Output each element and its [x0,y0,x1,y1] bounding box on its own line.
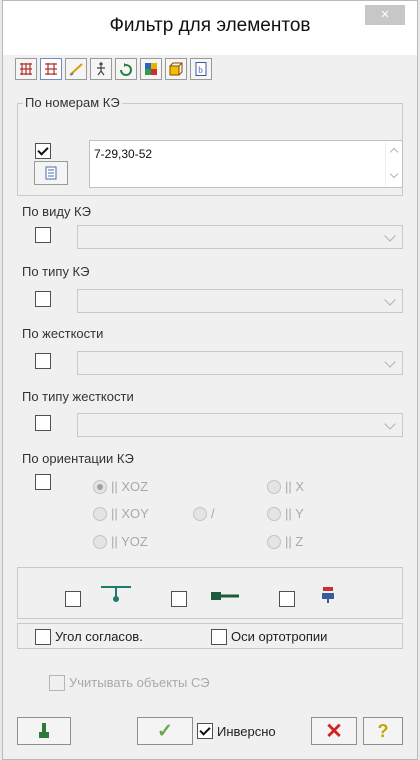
grid-filter-icon[interactable] [40,58,62,80]
svg-text:b: b [198,65,203,75]
by-kind-checkbox[interactable] [35,227,51,243]
by-kind-select[interactable] [77,225,403,249]
apply-button[interactable]: ✓ [137,717,193,745]
figure-icon[interactable] [90,58,112,80]
rigid-insert-filter-checkbox[interactable] [171,591,187,607]
list-icon [45,166,57,180]
by-type-checkbox[interactable] [35,291,51,307]
chevron-down-icon [384,418,396,430]
grid-icon[interactable] [15,58,37,80]
radio-x[interactable]: || X [267,479,304,494]
element-numbers-value: 7-29,30-52 [94,147,153,161]
angle-checkbox[interactable] [35,629,51,645]
close-button[interactable]: × [365,5,405,25]
by-type-label: По типу КЭ [22,264,90,279]
se-objects-checkbox[interactable] [49,675,65,691]
apply-check-icon: ✓ [157,720,173,742]
radio-slash[interactable]: / [193,506,215,521]
group-by-numbers-label: По номерам КЭ [23,95,122,110]
support-filter-checkbox[interactable] [65,591,81,607]
document-b-icon[interactable]: b [190,58,212,80]
inverse-checkbox[interactable] [197,723,213,739]
help-icon: ? [377,720,389,741]
radio-xoz[interactable]: || XOZ [93,479,148,494]
by-orientation-checkbox[interactable] [35,474,51,490]
scroll-down-icon[interactable] [389,169,399,179]
chevron-down-icon [384,230,396,242]
cancel-button[interactable]: ✕ [311,717,357,745]
brush-icon [39,723,49,738]
by-stiffness-type-select[interactable] [77,413,403,437]
by-orientation-label: По ориентации КЭ [22,451,134,466]
filter-toolbar: b [15,58,212,82]
cancel-icon: ✕ [325,719,343,743]
cube-icon[interactable] [165,58,187,80]
radio-yoz[interactable]: || YOZ [93,534,148,549]
support-icon [101,586,131,602]
brush-button[interactable] [17,717,71,745]
by-stiffness-select[interactable] [77,351,403,375]
node-load-filter-checkbox[interactable] [279,591,295,607]
color-blocks-icon[interactable] [140,58,162,80]
by-stiffness-checkbox[interactable] [35,353,51,369]
ortho-label: Оси ортотропии [231,629,328,644]
by-kind-label: По виду КЭ [22,204,91,219]
se-objects-label: Учитывать объекты СЭ [69,675,210,690]
radio-y[interactable]: || Y [267,506,304,521]
help-button[interactable]: ? [363,717,403,745]
element-list-button[interactable] [34,161,68,185]
textarea-scrollbar[interactable] [385,141,402,187]
by-type-select[interactable] [77,289,403,313]
by-numbers-checkbox[interactable] [35,143,51,159]
filter-dialog: Фильтр для элементов × b По номерам КЭ 7… [2,0,418,760]
rigid-insert-icon [211,592,239,600]
inverse-label: Инверсно [217,724,276,739]
element-numbers-textarea[interactable]: 7-29,30-52 [89,140,403,188]
angle-label: Угол согласов. [55,629,143,644]
ortho-checkbox[interactable] [211,629,227,645]
by-stiffness-label: По жесткости [22,326,104,341]
rotate-icon[interactable] [115,58,137,80]
chevron-down-icon [384,294,396,306]
by-stiffness-type-checkbox[interactable] [35,415,51,431]
chevron-down-icon [384,356,396,368]
scroll-up-icon[interactable] [389,147,399,157]
by-stiffness-type-label: По типу жесткости [22,389,134,404]
radio-xoy[interactable]: || XOY [93,506,149,521]
beam-icon[interactable] [65,58,87,80]
node-load-icon [322,587,334,603]
dialog-title: Фильтр для элементов [109,15,311,36]
radio-z[interactable]: || Z [267,534,303,549]
title-bar: Фильтр для элементов × [3,1,417,55]
